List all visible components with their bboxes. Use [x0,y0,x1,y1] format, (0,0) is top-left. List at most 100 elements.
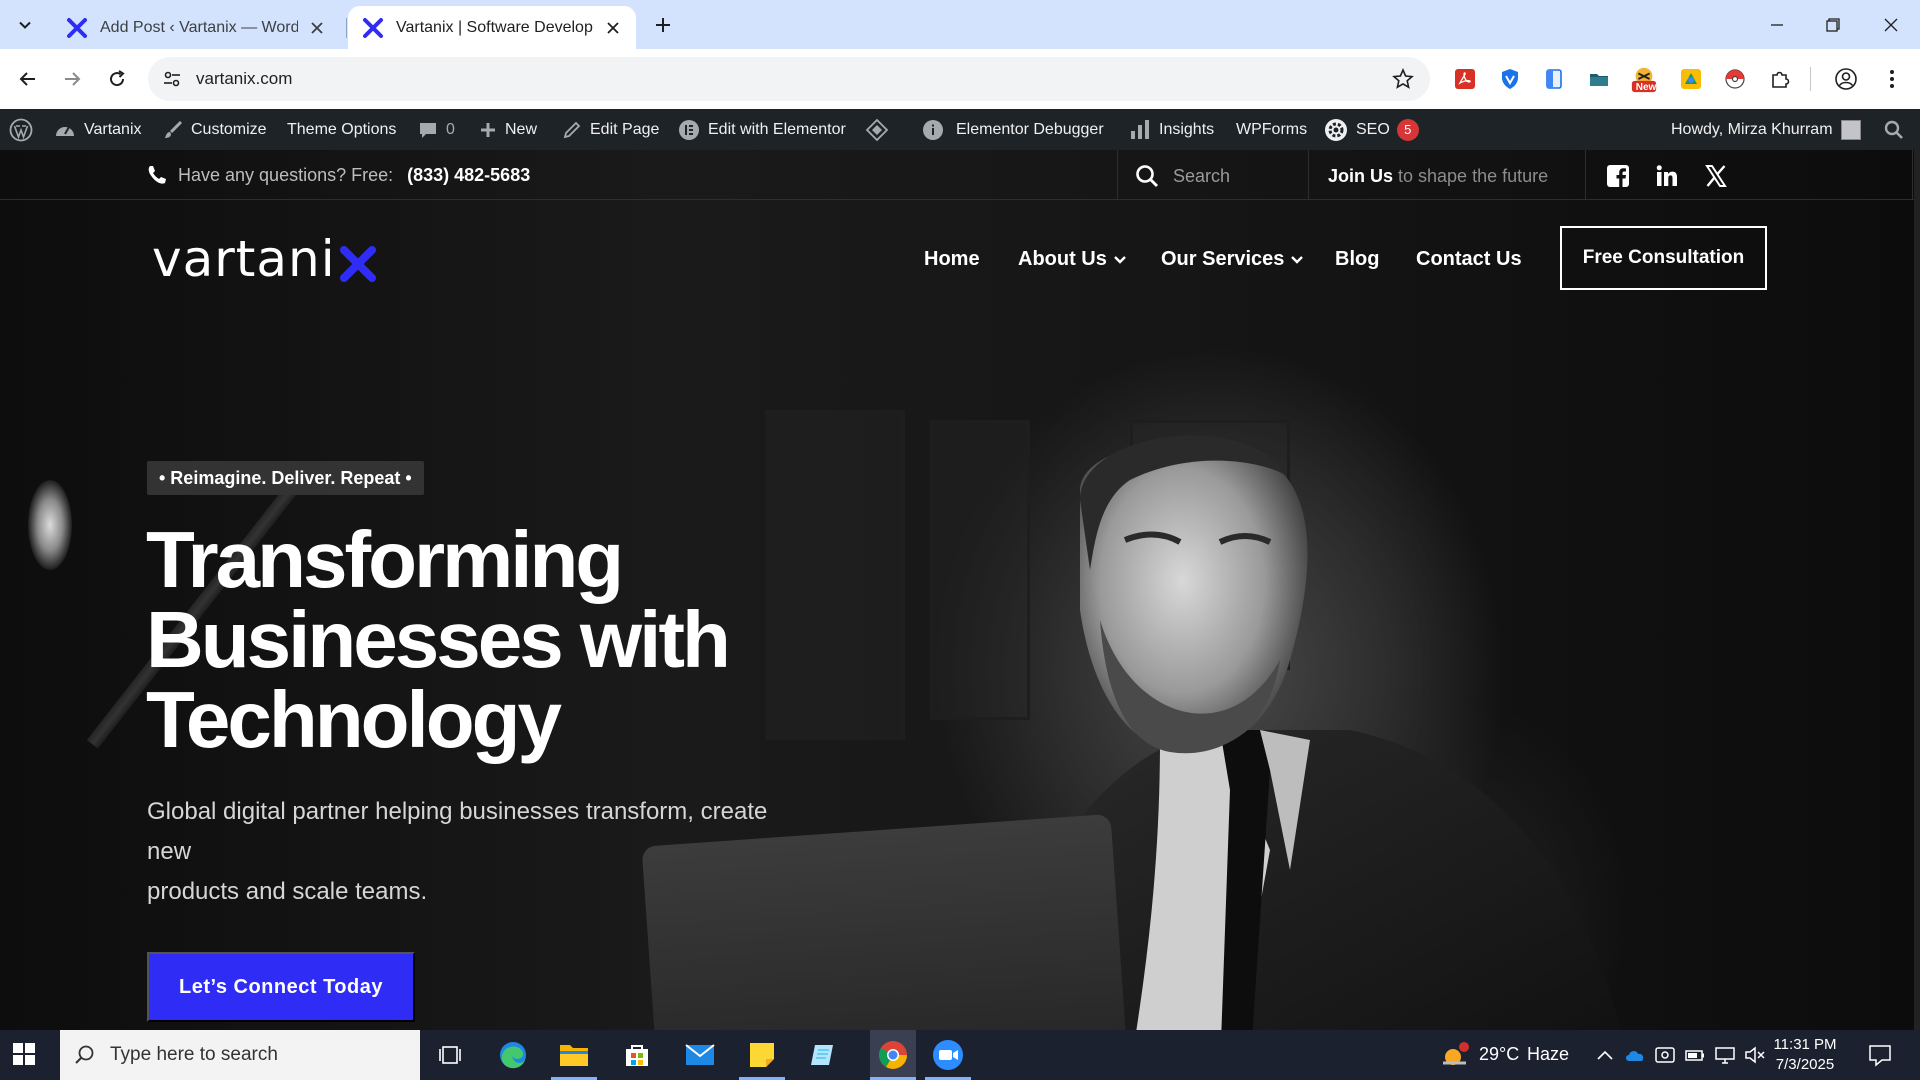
onedrive-cloud-icon[interactable] [1624,1044,1646,1066]
x-twitter-icon[interactable] [1704,164,1728,188]
nav-our-services[interactable]: Our Services [1161,248,1304,271]
contact-question-label: Have any questions? Free: [178,164,394,185]
plus-icon [481,122,495,137]
nav-home-label: Home [924,248,980,270]
tab-add-post[interactable]: Add Post ‹ Vartanix — WordPress [52,6,340,49]
logo-x-mark-icon [339,246,376,282]
tab-vartanix[interactable]: Vartanix | Software Development [348,6,636,49]
task-view-icon[interactable] [434,1039,466,1071]
zoom-app-icon[interactable] [932,1039,964,1071]
close-icon[interactable] [604,19,622,37]
yellow-extension-icon[interactable] [1677,65,1705,93]
new-badge-extension-icon[interactable]: New [1630,65,1658,93]
pdf-extension-icon[interactable] [1451,65,1479,93]
admin-bar-account[interactable]: Howdy, Mirza Khurram [1671,109,1861,150]
admin-bar-theme-options[interactable]: Theme Options [287,109,396,150]
site-search-input[interactable] [1173,165,1303,187]
browser-menu-button[interactable] [1878,65,1906,93]
topbar-divider [1912,150,1913,200]
close-icon[interactable] [308,19,326,37]
network-icon[interactable] [1714,1044,1736,1066]
document-extension-icon[interactable] [1540,65,1568,93]
avatar [1840,119,1861,140]
battery-icon[interactable] [1684,1044,1706,1066]
hero-title-line: Technology [146,675,562,764]
weather-temperature[interactable]: 29°C [1479,1044,1519,1065]
site-logo[interactable]: vartani [152,230,380,288]
chevron-down-icon [1291,255,1304,264]
edge-browser-icon[interactable] [497,1039,529,1071]
admin-bar-comments[interactable]: 0 [418,109,455,150]
free-consultation-button[interactable]: Free Consultation [1560,226,1767,290]
join-us-link[interactable]: Join Us to shape the future [1328,166,1548,187]
minimize-button[interactable] [1762,10,1792,40]
profile-icon [1835,68,1857,90]
bar-chart-icon [1131,119,1149,139]
nav-contact-us[interactable]: Contact Us [1416,248,1522,271]
admin-bar-search[interactable] [1884,109,1912,150]
nav-about-us[interactable]: About Us [1018,248,1127,271]
folder-extension-icon[interactable] [1585,65,1613,93]
weather-sun-icon[interactable] [1440,1041,1470,1069]
admin-bar-insights[interactable]: Insights [1129,109,1214,150]
restore-button[interactable] [1818,10,1848,40]
contact-phone-link[interactable]: (833) 482-5683 [407,165,530,186]
puzzle-icon[interactable] [1766,65,1794,93]
wp-logo-menu[interactable] [9,109,41,150]
phone-icon [148,166,166,184]
bookmark-star-icon[interactable] [1392,68,1414,90]
notepad-app-icon[interactable] [807,1039,839,1071]
address-bar[interactable]: vartanix.com [148,57,1430,101]
reload-icon [110,70,125,87]
sticky-notes-icon[interactable] [746,1039,778,1071]
linkedin-icon[interactable] [1655,164,1679,188]
start-button[interactable] [12,1042,36,1066]
back-button[interactable] [14,65,42,93]
admin-bar-wpforms[interactable]: WPForms [1236,109,1307,150]
admin-bar-debugger[interactable]: Elementor Debugger [922,109,1104,150]
admin-bar-site-label: Vartanix [84,120,142,138]
nav-blog[interactable]: Blog [1335,248,1379,271]
weather-description[interactable]: Haze [1527,1044,1569,1065]
admin-bar-new[interactable]: New [479,109,537,150]
search-icon[interactable] [1135,164,1159,188]
nav-home[interactable]: Home [924,248,980,271]
forward-button[interactable] [58,65,86,93]
reload-button[interactable] [103,65,131,93]
windows-taskbar: Type here to search 29°C Haze 11:31 PM 7… [0,1030,1920,1080]
admin-bar-edit-elementor[interactable]: Edit with Elementor [678,109,846,150]
profile-button[interactable] [1832,65,1860,93]
mail-icon[interactable] [684,1039,716,1071]
new-tab-button[interactable] [650,12,676,38]
lets-connect-button[interactable]: Let’s Connect Today [147,952,415,1022]
page-scrollbar[interactable] [1914,150,1920,1030]
microsoft-store-icon[interactable] [621,1039,653,1071]
facebook-icon[interactable] [1606,164,1630,188]
admin-bar-customize[interactable]: Customize [163,109,267,150]
hero-subtitle: Global digital partner helping businesse… [147,792,817,912]
comment-bubble-icon [420,122,436,138]
seo-count-badge: 5 [1396,118,1419,141]
chrome-taskbar-button[interactable] [870,1030,916,1080]
minimize-icon [1771,24,1783,26]
admin-bar-seo[interactable]: SEO 5 [1324,109,1419,150]
admin-bar-diamond[interactable] [865,109,897,150]
admin-bar-edit-page[interactable]: Edit Page [562,109,659,150]
search-icon [1884,120,1903,139]
browser-tab-strip: Add Post ‹ Vartanix — WordPress Vartanix… [0,0,1920,49]
close-window-button[interactable] [1876,10,1906,40]
chevron-up-icon[interactable] [1594,1044,1616,1066]
notification-center-icon[interactable] [1868,1043,1892,1067]
shield-extension-icon[interactable] [1496,65,1524,93]
meet-now-icon[interactable] [1654,1044,1676,1066]
nav-about-label: About Us [1018,248,1107,270]
taskbar-clock[interactable]: 11:31 PM 7/3/2025 [1760,1035,1850,1075]
chevron-down-icon [19,21,31,29]
admin-bar-site[interactable]: Vartanix [54,109,142,150]
tab-search-button[interactable] [10,11,40,39]
pokeball-extension-icon[interactable] [1721,65,1749,93]
site-info-icon[interactable] [162,69,182,89]
file-explorer-icon[interactable] [558,1039,590,1071]
admin-bar-comments-count: 0 [446,120,455,138]
taskbar-search-box[interactable]: Type here to search [60,1030,420,1080]
